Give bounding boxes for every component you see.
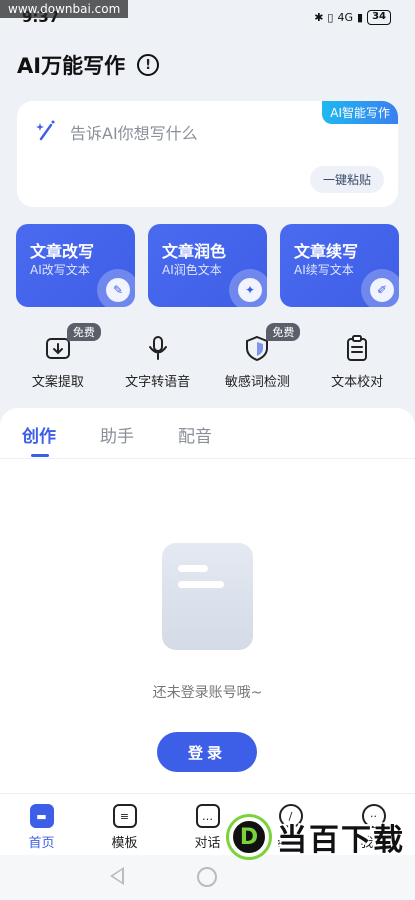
content-panel: 创作 助手 配音 还未登录账号哦~ 登录 <box>0 408 415 793</box>
free-badge: 免费 <box>266 323 301 341</box>
home-button-icon[interactable] <box>197 867 217 887</box>
tab-create[interactable]: 创作 <box>22 422 56 457</box>
microphone-icon <box>148 336 167 360</box>
template-icon: ≡ <box>112 804 137 828</box>
write-icon: ✐ <box>361 269 399 307</box>
tool-sensitive-word-check[interactable]: 免费 敏感词检测 <box>212 323 302 390</box>
tool-label: 文案提取 <box>31 375 84 390</box>
feature-subtitle: AI改写文本 <box>30 263 90 277</box>
nav-label: 对话 <box>194 836 221 851</box>
watermark-top: www.downbai.com <box>0 0 129 18</box>
empty-state-message: 还未登录账号哦~ <box>152 685 263 701</box>
magic-wand-icon: ✦ <box>229 269 267 307</box>
tool-proofread[interactable]: 文本校对 <box>312 330 402 390</box>
feature-card-rewrite[interactable]: 文章改写 AI改写文本 ✎ <box>16 224 135 307</box>
ai-writing-badge: AI智能写作 <box>322 101 398 124</box>
edit-icon: ✎ <box>97 269 135 307</box>
home-icon: ▬ <box>29 804 54 828</box>
prompt-placeholder[interactable]: 告诉AI你想写什么 <box>70 120 198 144</box>
nav-label: 模板 <box>111 836 138 851</box>
feature-subtitle: AI润色文本 <box>162 263 222 277</box>
feature-title: 文章润色 <box>162 242 227 261</box>
login-button[interactable]: 登录 <box>157 732 257 772</box>
battery-indicator: 34 <box>367 10 391 25</box>
brand-logo-icon: D <box>229 817 269 857</box>
vibrate-icon: ▯ <box>327 11 334 24</box>
empty-document-icon <box>162 543 253 650</box>
tool-label: 敏感词检测 <box>224 375 290 390</box>
chat-icon: … <box>195 804 220 828</box>
tab-assistant[interactable]: 助手 <box>100 422 134 447</box>
back-icon[interactable] <box>110 867 124 885</box>
content-tabs: 创作 助手 配音 <box>22 422 212 457</box>
nav-home[interactable]: ▬ 首页 <box>7 794 77 855</box>
feature-card-continue[interactable]: 文章续写 AI续写文本 ✐ <box>280 224 399 307</box>
tab-dubbing[interactable]: 配音 <box>178 422 212 447</box>
signal-icon: ▮ <box>357 11 364 24</box>
info-icon[interactable]: ! <box>137 54 160 76</box>
brand-watermark: D 当百下载 <box>229 815 405 859</box>
nav-label: 首页 <box>28 836 55 851</box>
tool-text-to-speech[interactable]: 文字转语音 <box>113 330 203 390</box>
prompt-card[interactable]: AI智能写作 告诉AI你想写什么 一键粘贴 <box>17 101 398 207</box>
status-icons: ✱ ▯ 4G ▮ 34 <box>314 10 391 25</box>
magic-sparkle-icon <box>36 120 55 141</box>
tool-text-extract[interactable]: 免费 文案提取 <box>13 323 103 390</box>
nav-templates[interactable]: ≡ 模板 <box>90 794 160 855</box>
clipboard-icon <box>347 335 368 361</box>
network-label: 4G <box>337 11 354 24</box>
tool-label: 文本校对 <box>331 375 384 390</box>
bluetooth-icon: ✱ <box>314 11 324 24</box>
paste-button[interactable]: 一键粘贴 <box>309 166 384 193</box>
feature-card-polish[interactable]: 文章润色 AI润色文本 ✦ <box>148 224 267 307</box>
tab-divider <box>0 458 415 459</box>
feature-cards: 文章改写 AI改写文本 ✎ 文章润色 AI润色文本 ✦ 文章续写 AI续写文本 … <box>16 224 399 307</box>
free-badge: 免费 <box>66 323 101 341</box>
system-nav-bar <box>0 855 415 900</box>
tool-label: 文字转语音 <box>125 375 191 390</box>
app-header: AI万能写作 ! <box>17 50 160 80</box>
app-title: AI万能写作 <box>17 54 126 78</box>
brand-text: 当百下载 <box>277 823 405 858</box>
feature-title: 文章续写 <box>294 242 359 261</box>
tools-row: 免费 文案提取 文字转语音 免费 敏感词检测 文本校对 <box>0 323 415 390</box>
feature-subtitle: AI续写文本 <box>294 263 354 277</box>
feature-title: 文章改写 <box>30 242 95 261</box>
